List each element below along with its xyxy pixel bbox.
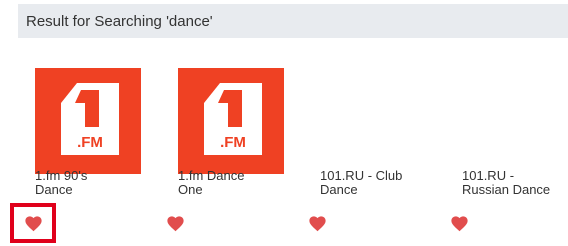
station-name[interactable]: 101.RU - Club Dance bbox=[320, 169, 438, 197]
logo-text: .FM bbox=[77, 134, 103, 151]
favorite-button[interactable] bbox=[152, 203, 198, 243]
1fm-logo-icon: .FM bbox=[61, 83, 119, 155]
heart-icon bbox=[166, 215, 184, 231]
station-name-line2: Dance bbox=[35, 182, 73, 197]
station-name[interactable]: 1.fm Dance One bbox=[178, 169, 296, 197]
favorite-button[interactable] bbox=[10, 203, 56, 243]
favorite-button[interactable] bbox=[436, 203, 482, 243]
heart-icon bbox=[24, 215, 42, 231]
station-name-line2: One bbox=[178, 182, 203, 197]
station-name[interactable]: 1.fm 90's Dance bbox=[35, 169, 153, 197]
result-card[interactable]: .FM bbox=[178, 68, 318, 174]
heart-icon bbox=[308, 215, 326, 231]
station-name-line1: 1.fm 90's bbox=[35, 168, 88, 183]
favorite-button[interactable] bbox=[294, 203, 340, 243]
result-card[interactable]: .FM bbox=[35, 68, 175, 174]
station-name-line2: Russian Dance bbox=[462, 182, 551, 197]
search-result-title: Result for Searching 'dance' bbox=[26, 12, 213, 30]
station-name-line1: 1.fm Dance bbox=[178, 168, 245, 183]
station-logo[interactable]: .FM bbox=[178, 68, 284, 174]
1fm-logo-icon: .FM bbox=[204, 83, 262, 155]
station-name-line1: 101.RU - Club bbox=[320, 168, 403, 183]
station-name-line1: 101.RU - bbox=[462, 168, 515, 183]
station-name-line2: Dance bbox=[320, 182, 358, 197]
heart-icon bbox=[450, 215, 468, 231]
search-result-header: Result for Searching 'dance' bbox=[18, 4, 568, 38]
station-name[interactable]: 101.RU - Russian Dance bbox=[462, 169, 568, 197]
station-logo[interactable]: .FM bbox=[35, 68, 141, 174]
logo-text: .FM bbox=[220, 134, 246, 151]
